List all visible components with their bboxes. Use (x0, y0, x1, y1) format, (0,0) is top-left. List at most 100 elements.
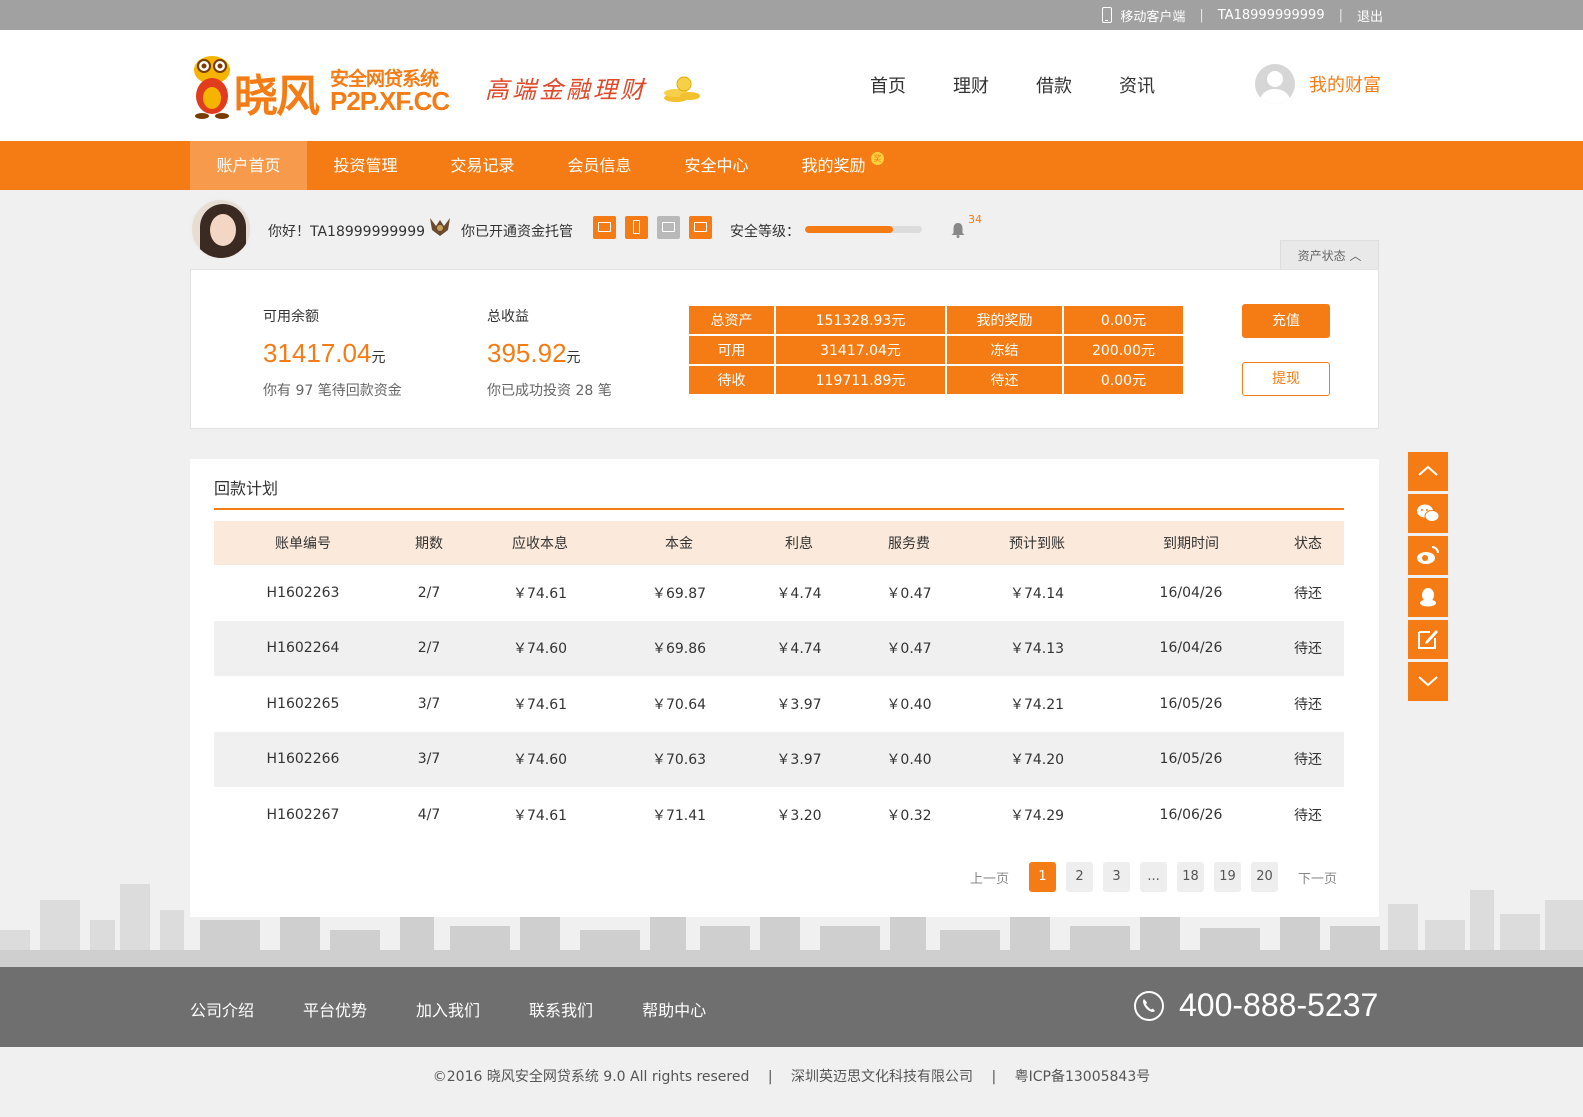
qq-button[interactable] (1408, 578, 1448, 617)
table-row: H1602265 3/7 ￥74.61 ￥70.64 ￥3.97 ￥0.40 ￥74.21 1… (266, 695, 1322, 713)
email-icon[interactable] (657, 216, 680, 239)
feedback-button[interactable] (1408, 620, 1448, 659)
weibo-button[interactable] (1408, 536, 1448, 575)
repayment-table: 账单编号 期数 应收本息 本金 利息 服务费 预计到账 到期时间 状态 H160… (214, 521, 1344, 843)
column-header: 账单编号 (214, 521, 392, 565)
phone-verify-icon[interactable] (625, 216, 648, 239)
available-balance: 可用余额 31417.04元 你有 97 笔待回款资金 (263, 309, 402, 399)
column-header: 利息 (744, 521, 854, 565)
icp-number: 粤ICP备13005843号 (1014, 1069, 1151, 1085)
footer-link-about[interactable]: 公司介绍 (190, 997, 254, 1021)
phone-icon (1134, 990, 1164, 1021)
nav-borrow[interactable]: 借款 (1036, 72, 1072, 98)
mascot-icon (194, 56, 230, 119)
footer: 公司介绍 平台优势 加入我们 联系我们 帮助中心 400-888-5237 (0, 967, 1583, 1047)
wechat-icon (1417, 504, 1440, 522)
my-wealth-link[interactable]: 我的财富 (1255, 64, 1381, 104)
tab-investment[interactable]: 投资管理 (307, 141, 424, 190)
footer-link-join[interactable]: 加入我们 (416, 997, 480, 1021)
table-row: H1602264 2/7 ￥74.60 ￥69.86 ￥4.74 ￥0.47 ￥74.13 1… (214, 620, 1344, 676)
notification-count: 34 (968, 213, 982, 226)
column-header: 本金 (614, 521, 744, 565)
page-button[interactable]: 3 (1103, 862, 1131, 892)
page-button[interactable]: 18 (1177, 862, 1205, 892)
pagination: 上一页 1 2 3 ... 18 19 20 下一页 (960, 862, 1357, 892)
repayment-plan-panel: 回款计划 账单编号 期数 应收本息 本金 利息 服务费 预计到账 到期时间 状态… (190, 459, 1379, 917)
nav-home[interactable]: 首页 (870, 72, 906, 98)
page-button[interactable]: 1 (1029, 862, 1057, 892)
divider: | (1338, 7, 1343, 23)
page-ellipsis: ... (1140, 862, 1168, 892)
asset-status-toggle[interactable]: 资产状态 ︿ (1280, 240, 1379, 270)
qq-icon (1420, 588, 1436, 607)
edit-icon (1418, 630, 1438, 649)
tab-account-home[interactable]: 账户首页 (190, 141, 307, 190)
footer-link-help[interactable]: 帮助中心 (642, 997, 706, 1021)
tab-my-rewards[interactable]: 我的奖励奖 (775, 141, 892, 190)
column-header: 预计到账 (964, 521, 1110, 565)
page-button[interactable]: 19 (1214, 862, 1242, 892)
column-header: 到期时间 (1110, 521, 1272, 565)
chevron-up-icon (1418, 465, 1438, 476)
id-card-icon[interactable] (593, 216, 616, 239)
column-header: 期数 (392, 521, 466, 565)
divider (214, 508, 1344, 510)
medal-icon (430, 218, 450, 236)
tab-transactions[interactable]: 交易记录 (424, 141, 541, 190)
security-level-label: 安全等级： (730, 224, 800, 240)
page-button[interactable]: 2 (1066, 862, 1094, 892)
mobile-client-link[interactable]: 移动客户端 (1102, 6, 1185, 25)
table-row: H1602266 3/7 ￥74.60 ￥70.63 ￥3.97 ￥0.40 ￥74.20 1… (214, 731, 1344, 787)
column-header: 状态 (1272, 521, 1344, 565)
table-row: 总资产 151328.93元 我的奖励 0.00元 (689, 306, 1183, 334)
withdraw-button[interactable]: 提现 (1242, 362, 1330, 396)
scroll-bottom-button[interactable] (1408, 662, 1448, 701)
next-page-link[interactable]: 下一页 (1298, 868, 1337, 887)
coins-icon (664, 76, 700, 102)
tab-my-rewards-label: 我的奖励 (801, 156, 866, 175)
custody-status: 你已开通资金托管 (461, 224, 573, 240)
table-row: H1602267 4/7 ￥74.61 ￥71.41 ￥3.20 ￥0.32 ￥74.29 1… (266, 806, 1322, 824)
scroll-top-button[interactable] (1408, 452, 1448, 491)
security-level-bar (805, 226, 922, 233)
logout-link[interactable]: 退出 (1357, 6, 1383, 25)
footer-link-contact[interactable]: 联系我们 (529, 997, 593, 1021)
verification-icons (593, 216, 721, 239)
table-row: H1602263 2/7 ￥74.61 ￥69.87 ￥4.74 ￥0.47 ￥74.14 1… (266, 584, 1322, 602)
wechat-button[interactable] (1408, 494, 1448, 533)
reward-badge: 奖 (871, 152, 884, 165)
bank-card-icon[interactable] (689, 216, 712, 239)
bell-icon[interactable] (950, 222, 966, 238)
column-header: 应收本息 (466, 521, 614, 565)
footer-link-advantages[interactable]: 平台优势 (303, 997, 367, 1021)
nav-invest[interactable]: 理财 (953, 72, 989, 98)
table-row: 待收 119711.89元 待还 0.00元 (689, 366, 1183, 394)
mobile-phone-icon (1102, 7, 1113, 23)
asset-card: 可用余额 31417.04元 你有 97 笔待回款资金 总收益 395.92元 … (190, 269, 1379, 429)
chevron-down-icon (1418, 676, 1438, 687)
page-button[interactable]: 20 (1251, 862, 1279, 892)
avatar[interactable] (190, 198, 252, 260)
site-logo[interactable]: 晓风 安全网贷系统 P2P.XF.CC (190, 48, 460, 123)
user-avatar-icon (1255, 64, 1295, 104)
security-level-fill (805, 226, 893, 233)
greeting: 你好！TA18999999999 (268, 224, 426, 240)
recharge-button[interactable]: 充值 (1242, 304, 1330, 338)
header: 晓风 安全网贷系统 P2P.XF.CC 高端金融理财 首页 理财 借款 资讯 我… (0, 30, 1583, 141)
copyright-text: ©2016 晓风安全网贷系统 9.0 All rights resered (432, 1069, 750, 1085)
tab-member-info[interactable]: 会员信息 (541, 141, 658, 190)
tab-security-center[interactable]: 安全中心 (658, 141, 775, 190)
account-link[interactable]: TA18999999999 (1218, 8, 1325, 23)
table-row: 可用 31417.04元 冻结 200.00元 (689, 336, 1183, 364)
hotline: 400-888-5237 (1134, 987, 1378, 1024)
prev-page-link[interactable]: 上一页 (970, 868, 1009, 887)
divider: | (767, 1069, 773, 1085)
logo-url-text: P2P.XF.CC (330, 86, 450, 116)
nav-news[interactable]: 资讯 (1119, 72, 1155, 98)
footer-links: 公司介绍 平台优势 加入我们 联系我们 帮助中心 (190, 997, 755, 1021)
total-income-value: 395.92 (487, 338, 567, 368)
main-nav: 首页 理财 借款 资讯 (870, 72, 1202, 98)
asset-summary-table: 总资产 151328.93元 我的奖励 0.00元 可用 31417.04元 冻… (687, 304, 1185, 396)
column-header: 服务费 (854, 521, 964, 565)
hotline-number: 400-888-5237 (1179, 987, 1379, 1023)
